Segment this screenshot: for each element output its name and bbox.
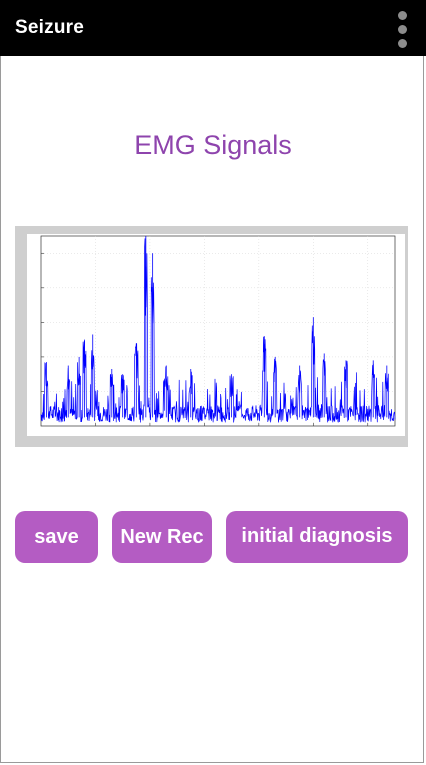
emg-chart-svg <box>27 234 405 436</box>
menu-dot <box>398 39 407 48</box>
initial-diagnosis-button[interactable]: initial diagnosis <box>226 511 408 563</box>
new-rec-button[interactable]: New Rec <box>112 511 212 563</box>
menu-dot <box>398 11 407 20</box>
page-heading: EMG Signals <box>134 130 292 160</box>
overflow-menu-icon[interactable] <box>392 9 412 51</box>
save-button[interactable]: save <box>15 511 98 563</box>
app-bar: Seizure <box>0 0 426 56</box>
app-title: Seizure <box>15 17 84 38</box>
emg-chart <box>15 226 408 447</box>
menu-dot <box>398 25 407 34</box>
